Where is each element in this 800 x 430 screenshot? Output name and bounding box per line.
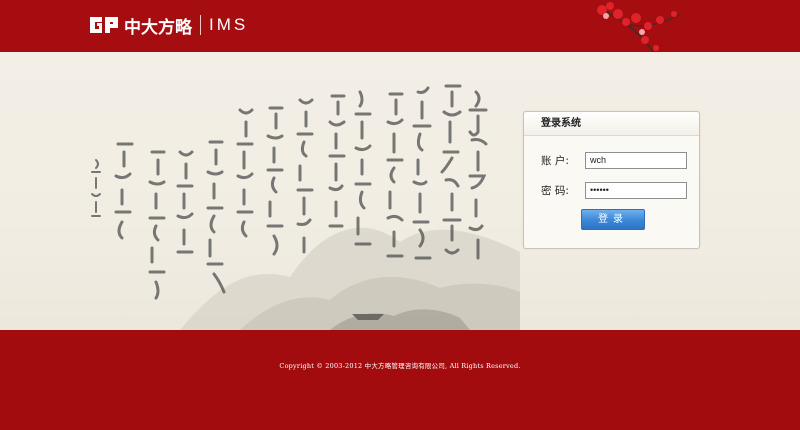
password-input[interactable]: •••••• (585, 182, 687, 199)
calligraphy-artwork (91, 84, 520, 330)
login-button[interactable]: 登录 (581, 209, 645, 230)
copyright-text: Copyright © 2003-2012 中大方略管理咨询有限公司, All … (279, 362, 521, 370)
username-input[interactable]: wch (585, 152, 687, 169)
username-label: 账 户: (541, 155, 569, 167)
gp-logo-icon (88, 14, 120, 36)
login-panel: 登录系统 账 户: wch 密 码: •••••• 登录 (523, 111, 700, 249)
login-title: 登录系统 (524, 112, 699, 136)
brand-logo: 中大方略 IMS (88, 12, 248, 38)
password-row: 密 码: •••••• (541, 182, 687, 199)
product-name: IMS (209, 15, 249, 34)
logo-divider (200, 15, 201, 35)
username-row: 账 户: wch (541, 152, 687, 169)
banner-area: 登录系统 账 户: wch 密 码: •••••• 登录 (0, 52, 800, 330)
footer-bar: Copyright © 2003-2012 中大方略管理咨询有限公司, All … (0, 330, 800, 430)
password-label: 密 码: (541, 185, 569, 197)
brand-name: 中大方略 (124, 17, 192, 38)
